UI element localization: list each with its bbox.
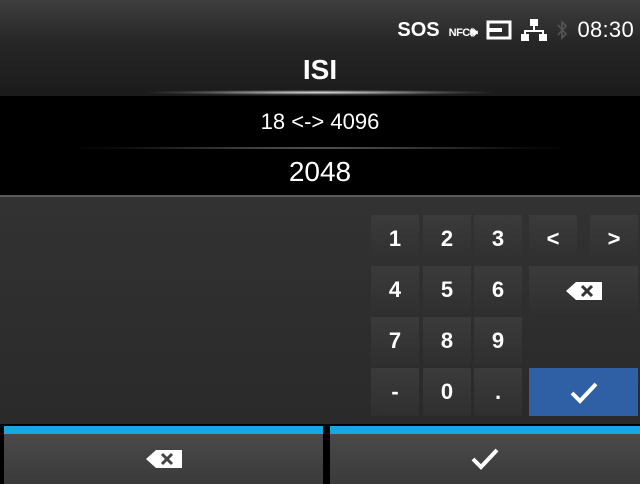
nfc-label: NFC xyxy=(448,27,471,39)
keypad-area: 1 2 3 < > 4 5 6 7 8 9 - 0 . xyxy=(0,197,640,424)
page-title: ISI xyxy=(302,54,338,85)
bluetooth-icon xyxy=(557,20,568,40)
network-icon xyxy=(521,19,548,41)
key-4[interactable]: 4 xyxy=(371,266,419,314)
softkey-confirm-button[interactable] xyxy=(330,426,640,484)
key-left[interactable]: < xyxy=(529,215,577,263)
sos-indicator: SOS xyxy=(397,18,440,41)
key-6[interactable]: 6 xyxy=(474,266,522,314)
memory-card-icon xyxy=(486,20,512,40)
clock: 08:30 xyxy=(577,17,634,42)
key-7[interactable]: 7 xyxy=(371,317,419,365)
key-8[interactable]: 8 xyxy=(423,317,471,365)
key-1[interactable]: 1 xyxy=(371,215,419,263)
key-backspace[interactable] xyxy=(529,266,638,314)
key-3[interactable]: 3 xyxy=(474,215,522,263)
nfc-icon: NFC🕪 xyxy=(448,24,478,39)
title-underline xyxy=(150,90,490,95)
backspace-icon xyxy=(565,282,602,301)
backspace-icon xyxy=(145,450,182,468)
key-0[interactable]: 0 xyxy=(423,368,471,416)
softkey-backspace-button[interactable] xyxy=(4,426,323,484)
check-icon xyxy=(471,448,499,470)
key-9[interactable]: 9 xyxy=(474,317,522,365)
header: SOS NFC🕪 08:30 ISI xyxy=(0,0,640,96)
status-bar: SOS NFC🕪 08:30 xyxy=(397,16,634,44)
key-5[interactable]: 5 xyxy=(423,266,471,314)
key-2[interactable]: 2 xyxy=(423,215,471,263)
check-icon xyxy=(570,382,597,405)
range-display: 18 <-> 4096 xyxy=(0,98,640,146)
key-right[interactable]: > xyxy=(590,215,638,263)
key-minus[interactable]: - xyxy=(371,368,419,416)
isi-input-screen: SOS NFC🕪 08:30 ISI 18 <-> 4096 2048 1 2 … xyxy=(0,0,640,484)
value-field[interactable]: 2048 xyxy=(0,149,640,195)
key-dot[interactable]: . xyxy=(474,368,522,416)
key-enter[interactable] xyxy=(529,368,638,416)
